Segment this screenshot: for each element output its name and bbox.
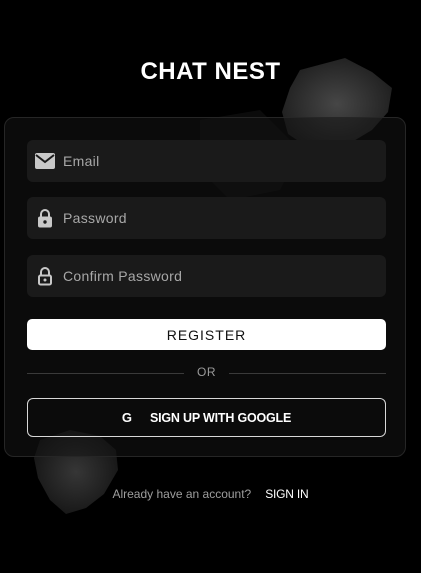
google-signup-label: SIGN UP WITH GOOGLE bbox=[150, 410, 292, 425]
mail-icon bbox=[35, 151, 55, 171]
email-field[interactable]: Email bbox=[27, 140, 386, 182]
confirm-password-field[interactable]: Confirm Password bbox=[27, 255, 386, 297]
password-placeholder: Password bbox=[63, 210, 127, 226]
or-divider: OR bbox=[27, 364, 386, 382]
app-title: CHAT NEST bbox=[140, 58, 281, 85]
divider-label: OR bbox=[197, 365, 216, 379]
email-placeholder: Email bbox=[63, 153, 100, 169]
lock-icon bbox=[35, 208, 55, 228]
register-card: Email Password Confirm Password REGISTER… bbox=[4, 117, 406, 457]
register-screen: CHAT NEST Email Password Confirm Passwor… bbox=[0, 0, 421, 573]
divider-line-right bbox=[229, 373, 386, 374]
google-signup-button[interactable]: G SIGN UP WITH GOOGLE bbox=[27, 398, 386, 437]
password-field[interactable]: Password bbox=[27, 197, 386, 239]
lock-outline-icon bbox=[35, 266, 55, 286]
signin-link[interactable]: SIGN IN bbox=[265, 487, 308, 501]
confirm-password-placeholder: Confirm Password bbox=[63, 268, 183, 284]
register-button[interactable]: REGISTER bbox=[27, 319, 386, 350]
signin-prompt: Already have an account? SIGN IN bbox=[0, 487, 421, 501]
google-icon: G bbox=[121, 410, 132, 425]
signin-question: Already have an account? bbox=[112, 487, 252, 501]
